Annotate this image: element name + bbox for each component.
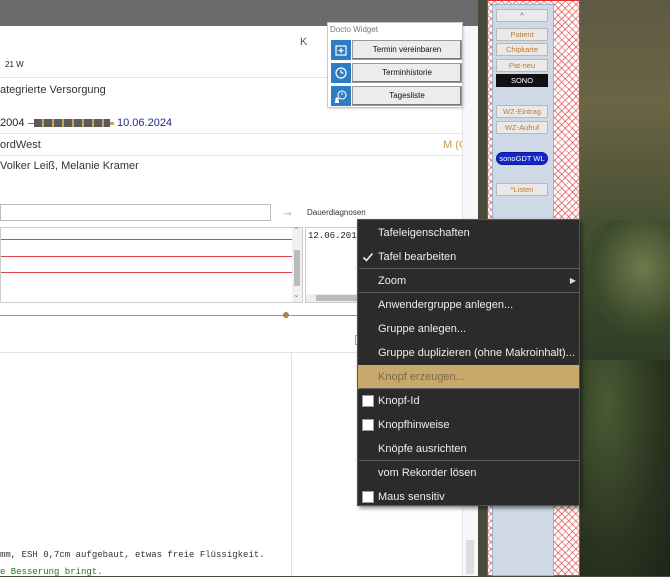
widget-title: Docto Widget [330, 25, 379, 34]
listen-button[interactable]: *Listen [496, 183, 548, 196]
wz-eintrag-button[interactable]: WZ-Eintrag [496, 105, 548, 118]
scroll-down-icon[interactable]: ⌄ [293, 290, 300, 299]
timeline-end-marker [110, 122, 114, 125]
list-row-line [1, 239, 292, 240]
menu-item-knopfhinweise[interactable]: Knopfhinweise [358, 413, 579, 437]
menu-item-maus-sensitiv[interactable]: Maus sensitiv [358, 485, 579, 509]
docto-widget: Docto Widget Termin vereinbaren Terminhi… [327, 22, 463, 108]
search-input[interactable] [0, 204, 271, 221]
menu-item-anwendergruppe-anlegen[interactable]: Anwendergruppe anlegen... [358, 293, 579, 317]
submenu-arrow-icon: ▶ [569, 276, 576, 285]
diagnosis-list[interactable]: ⌃ ⌄ [0, 226, 303, 303]
menu-item-knoepfe-ausrichten[interactable]: Knöpfe ausrichten [358, 437, 579, 461]
menu-item-gruppe-duplizieren[interactable]: Gruppe duplizieren (ohne Makroinhalt)... [358, 341, 579, 365]
checkbox-icon[interactable] [362, 419, 374, 431]
menu-item-label: Gruppe anlegen... [378, 323, 467, 335]
menu-item-tafeleigenschaften[interactable]: Tafeleigenschaften [358, 221, 579, 245]
termin-vereinbaren-row[interactable]: Termin vereinbaren [331, 40, 462, 60]
region-name: ordWest [0, 139, 41, 151]
splitter[interactable] [0, 315, 360, 316]
calendar-plus-icon [331, 40, 351, 60]
tagesliste-row[interactable]: Tagesliste [331, 86, 462, 106]
menu-item-zoom[interactable]: Zoom ▶ [358, 269, 579, 293]
panel-collapse-button[interactable]: ^ [496, 9, 548, 22]
scrollbar-thumb[interactable] [294, 250, 300, 286]
list-row-line [1, 256, 292, 257]
clock-icon [331, 63, 351, 83]
menu-item-label: Maus sensitiv [378, 491, 445, 503]
column-divider [291, 352, 292, 576]
diagnosis-date: 12.06.201 [308, 231, 357, 241]
tagesliste-button[interactable]: Tagesliste [352, 86, 462, 106]
timeline-bar [34, 119, 110, 127]
sonogdt-wl-button[interactable]: sonoGDT WL [496, 152, 548, 165]
menu-item-label: Knöpfe ausrichten [378, 443, 467, 455]
menu-item-label: Knopf-Id [378, 395, 420, 407]
menu-item-gruppe-anlegen[interactable]: Gruppe anlegen... [358, 317, 579, 341]
landscape-hill [580, 360, 670, 576]
practice-name: ategrierte Versorgung [0, 84, 106, 96]
menu-item-label: vom Rekorder lösen [378, 467, 477, 479]
window-scrollbar-thumb[interactable] [466, 540, 474, 574]
doctors: Volker Leiß, Melanie Kramer [0, 160, 139, 172]
landscape-hill [580, 220, 670, 340]
pat-neu-button[interactable]: Pat-neu [496, 59, 548, 72]
h-scrollbar-thumb[interactable] [316, 295, 362, 301]
terminhistorie-row[interactable]: Terminhistorie [331, 63, 462, 83]
checkbox-icon[interactable] [362, 395, 374, 407]
checkbox-icon[interactable] [362, 491, 374, 503]
terminhistorie-button[interactable]: Terminhistorie [352, 63, 462, 83]
end-date: 10.06.2024 [117, 117, 173, 129]
person-clock-icon [331, 86, 351, 106]
menu-item-knopf-id[interactable]: Knopf-Id [358, 389, 579, 413]
dauerdiagnosen-list[interactable]: 12.06.201 [305, 227, 365, 303]
splitter-handle[interactable] [283, 312, 289, 318]
note-line: mm, ESH 0,7cm aufgebaut, etwas freie Flü… [0, 550, 265, 560]
desktop-background [580, 0, 670, 576]
menu-item-label: Gruppe duplizieren (ohne Makroinhalt)... [378, 347, 575, 359]
termin-vereinbaren-button[interactable]: Termin vereinbaren [352, 40, 462, 60]
menu-item-label: Tafel bearbeiten [378, 251, 457, 263]
patient-button[interactable]: Patient [496, 28, 548, 41]
patient-age: 21 W [5, 60, 24, 69]
menu-item-label: Tafeleigenschaften [378, 227, 470, 239]
list-row-line [1, 272, 292, 273]
divider [0, 133, 478, 134]
menu-item-tafel-bearbeiten[interactable]: Tafel bearbeiten [358, 245, 579, 269]
scroll-up-icon[interactable]: ⌃ [293, 226, 300, 235]
checkmark-icon [362, 252, 374, 262]
menu-item-label: Zoom [378, 275, 407, 287]
menu-item-label: Anwendergruppe anlegen... [378, 299, 514, 311]
k-label: K [300, 36, 308, 48]
sono-button[interactable]: SONO [496, 74, 548, 87]
menu-item-knopf-erzeugen[interactable]: Knopf erzeugen... [358, 365, 579, 389]
menu-item-label: Knopf erzeugen... [378, 371, 465, 383]
divider [0, 155, 478, 156]
menu-item-vom-rekorder-loesen[interactable]: vom Rekorder lösen [358, 461, 579, 485]
menu-item-label: Knopfhinweise [378, 419, 450, 431]
context-menu: Tafeleigenschaften Tafel bearbeiten Zoom… [357, 219, 580, 506]
dauerdiagnosen-label: Dauerdiagnosen [307, 208, 366, 217]
chipkarte-button[interactable]: Chipkarte [496, 43, 548, 56]
arrow-right-icon[interactable]: → [281, 204, 294, 219]
start-year: 2004 [0, 117, 25, 129]
wz-aufruf-button[interactable]: WZ-Aufruf [496, 121, 548, 134]
